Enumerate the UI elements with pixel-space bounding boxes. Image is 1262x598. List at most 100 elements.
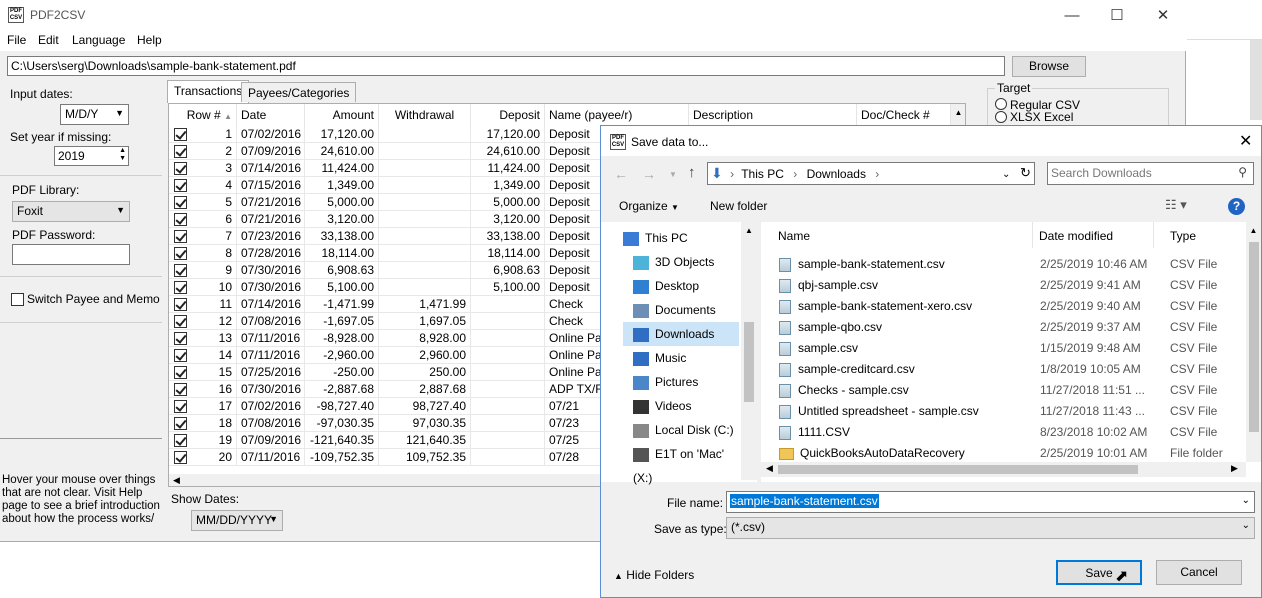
col-header-deposit[interactable]: Deposit	[471, 104, 545, 126]
nav-item-pictures[interactable]: Pictures	[633, 370, 739, 394]
file-list-vertical-scrollbar[interactable]: ▲	[1246, 222, 1261, 462]
show-dates-select[interactable]: MM/DD/YYYY ▼	[191, 510, 283, 531]
back-arrow-icon[interactable]: ←	[614, 166, 628, 182]
row-checkbox[interactable]	[174, 383, 187, 396]
row-checkbox[interactable]	[174, 417, 187, 430]
breadcrumb-downloads[interactable]: Downloads	[807, 167, 866, 181]
col-header-description[interactable]: Description	[689, 104, 857, 126]
row-checkbox[interactable]	[174, 332, 187, 345]
file-scroll-thumb[interactable]	[1249, 242, 1259, 432]
col-header-name[interactable]: Name (payee/r)	[545, 104, 689, 126]
row-checkbox[interactable]	[174, 281, 187, 294]
row-checkbox[interactable]	[174, 434, 187, 447]
nav-item-downloads[interactable]: Downloads	[623, 322, 739, 346]
file-name-input[interactable]: sample-bank-statement.csv ⌄	[726, 491, 1255, 513]
row-checkbox[interactable]	[174, 162, 187, 175]
row-checkbox[interactable]	[174, 315, 187, 328]
row-checkbox[interactable]	[174, 179, 187, 192]
row-checkbox[interactable]	[174, 298, 187, 311]
organize-button[interactable]: Organize ▼	[619, 199, 679, 213]
cancel-button[interactable]: Cancel	[1156, 560, 1242, 585]
chevron-up-icon[interactable]: ▲	[1246, 226, 1261, 235]
col-header-name[interactable]: Name	[778, 229, 810, 243]
target-regular-csv-radio[interactable]	[995, 98, 1007, 110]
chevron-down-icon[interactable]: ⌄	[1002, 166, 1010, 183]
nav-item-documents[interactable]: Documents	[633, 298, 739, 322]
save-type-select[interactable]: (*.csv) ⌄	[726, 517, 1255, 539]
spinner-arrows-icon[interactable]: ▲ ▼	[119, 147, 126, 163]
recent-chevron-icon[interactable]: ▼	[669, 170, 677, 179]
menu-file[interactable]: File	[7, 33, 26, 47]
chevron-left-icon[interactable]: ◀	[173, 475, 180, 486]
row-checkbox[interactable]	[174, 128, 187, 141]
nav-scroll-thumb[interactable]	[744, 322, 754, 402]
pdf-password-input[interactable]	[12, 244, 130, 265]
row-checkbox[interactable]	[174, 145, 187, 158]
nav-item-music[interactable]: Music	[633, 346, 739, 370]
search-downloads-input[interactable]: Search Downloads ⚲	[1047, 162, 1254, 185]
file-row[interactable]: sample-qbo.csv 2/25/2019 9:37 AM CSV File	[779, 317, 1259, 338]
year-spinner[interactable]: 2019 ▲ ▼	[54, 146, 129, 166]
tab-transactions[interactable]: Transactions	[167, 80, 250, 103]
new-folder-button[interactable]: New folder	[710, 199, 767, 213]
col-header-row[interactable]: Row # ▲	[169, 104, 237, 126]
col-header-amount[interactable]: Amount	[305, 104, 379, 126]
menu-edit[interactable]: Edit	[38, 33, 59, 47]
breadcrumb-this-pc[interactable]: This PC	[741, 167, 784, 181]
chevron-right-icon[interactable]: ▶	[1231, 463, 1238, 474]
col-header-doc-check[interactable]: Doc/Check #	[857, 104, 951, 126]
help-icon[interactable]: ?	[1228, 198, 1245, 215]
col-header-date[interactable]: Date	[237, 104, 305, 126]
browse-button[interactable]: Browse	[1012, 56, 1086, 77]
address-bar[interactable]: ⬇ › This PC › Downloads › ⌄ ↻	[707, 162, 1035, 185]
up-arrow-icon[interactable]: ↑	[688, 164, 696, 181]
close-button[interactable]: ✕	[1140, 0, 1186, 31]
refresh-icon[interactable]: ↻	[1020, 164, 1031, 181]
pdf-library-select[interactable]: Foxit ▼	[12, 201, 130, 222]
chevron-left-icon[interactable]: ◀	[766, 463, 773, 474]
file-row[interactable]: Checks - sample.csv 11/27/2018 11:51 ... C…	[779, 380, 1259, 401]
forward-arrow-icon[interactable]: →	[642, 166, 656, 182]
row-checkbox[interactable]	[174, 247, 187, 260]
row-checkbox[interactable]	[174, 366, 187, 379]
col-header-date-modified[interactable]: Date modified	[1039, 229, 1113, 243]
nav-scrollbar[interactable]: ▲	[741, 222, 757, 480]
file-row[interactable]: Untitled spreadsheet - sample.csv 11/27/2…	[779, 401, 1259, 422]
file-list-horizontal-scrollbar[interactable]: ◀ ▶	[761, 462, 1246, 477]
file-row[interactable]: sample-creditcard.csv 1/8/2019 10:05 AM CS…	[779, 359, 1259, 380]
file-row[interactable]: QuickBooksAutoDataRecovery 2/25/2019 10:0…	[779, 443, 1259, 464]
row-checkbox[interactable]	[174, 451, 187, 464]
file-row[interactable]: qbj-sample.csv 2/25/2019 9:41 AM CSV File	[779, 275, 1259, 296]
tab-payees-categories[interactable]: Payees/Categories	[241, 82, 357, 102]
row-checkbox[interactable]	[174, 264, 187, 277]
nav-item-local-disk-c[interactable]: Local Disk (C:)	[633, 418, 739, 442]
nav-item-3d-objects[interactable]: 3D Objects	[633, 250, 739, 274]
menu-help[interactable]: Help	[137, 33, 162, 47]
row-checkbox[interactable]	[174, 230, 187, 243]
chevron-down-icon[interactable]: ⌄	[1242, 495, 1250, 506]
file-row[interactable]: 1111.CSV 8/23/2018 10:02 AM CSV File	[779, 422, 1259, 443]
row-checkbox[interactable]	[174, 213, 187, 226]
row-checkbox[interactable]	[174, 196, 187, 209]
switch-payee-checkbox[interactable]	[11, 293, 24, 306]
close-icon[interactable]: ✕	[1239, 131, 1252, 151]
file-row[interactable]: sample-bank-statement-xero.csv 2/25/2019 …	[779, 296, 1259, 317]
col-header-type[interactable]: Type	[1170, 229, 1196, 243]
maximize-button[interactable]: ☐	[1094, 0, 1140, 31]
nav-item-videos[interactable]: Videos	[633, 394, 739, 418]
col-header-withdrawal[interactable]: Withdrawal	[379, 104, 471, 126]
file-path-input[interactable]: C:\Users\serg\Downloads\sample-bank-stat…	[7, 56, 1005, 76]
minimize-button[interactable]: —	[1049, 0, 1095, 31]
row-checkbox[interactable]	[174, 349, 187, 362]
file-row[interactable]: sample.csv 1/15/2019 9:48 AM CSV File	[779, 338, 1259, 359]
menu-language[interactable]: Language	[72, 33, 125, 47]
nav-item-e1t-on-mac-x[interactable]: E1T on 'Mac' (X:)	[633, 442, 739, 485]
nav-item-desktop[interactable]: Desktop	[633, 274, 739, 298]
input-dates-select[interactable]: M/D/Y ▼	[60, 104, 129, 125]
chevron-up-icon[interactable]: ▲	[951, 108, 965, 117]
row-checkbox[interactable]	[174, 400, 187, 413]
hide-folders-button[interactable]: ▲ Hide Folders	[614, 568, 694, 582]
file-row[interactable]: sample-bank-statement.csv 2/25/2019 10:46…	[779, 254, 1259, 275]
save-button[interactable]: Save	[1056, 560, 1142, 585]
file-hscroll-thumb[interactable]	[778, 465, 1138, 474]
